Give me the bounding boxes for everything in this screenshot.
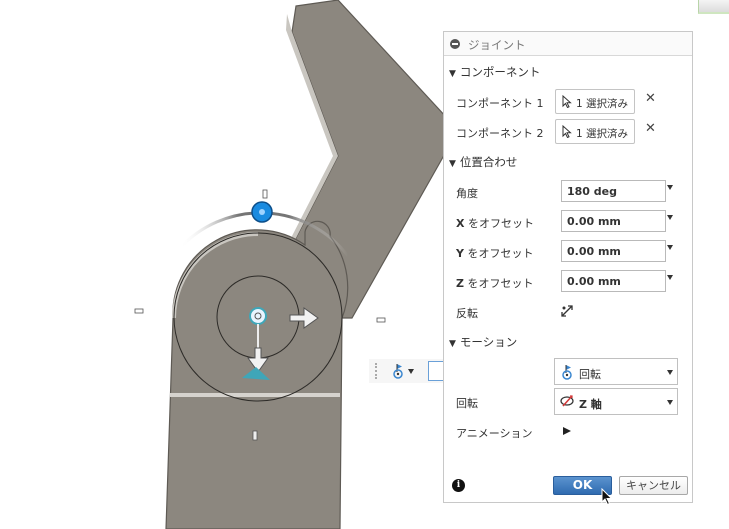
collapse-icon[interactable] (450, 39, 460, 49)
component-1-select-button[interactable]: 1 選択済み (555, 89, 635, 114)
marker-bottom (252, 430, 258, 441)
section-title: コンポーネント (459, 65, 541, 79)
revolute-joint-icon[interactable] (391, 363, 405, 382)
chevron-down-icon[interactable] (667, 275, 673, 280)
clear-component-1-icon[interactable]: ✕ (645, 92, 657, 105)
cursor-arrow-icon (562, 94, 572, 111)
y-offset-value: 0.00 mm (567, 245, 621, 258)
component-2-label: コンポーネント 2 (456, 127, 544, 140)
row-flip: 反転 (444, 296, 692, 326)
z-offset-input[interactable]: 0.00 mm (561, 270, 666, 292)
chevron-down-icon (667, 400, 673, 405)
triangle-down-icon: ▼ (449, 69, 456, 79)
motion-type-value: 回転 (579, 368, 601, 381)
component-2-select-text: 1 選択済み (576, 128, 629, 140)
dialog-titlebar[interactable]: ジョイント (444, 32, 692, 56)
rotation-axis-icon (560, 394, 576, 411)
row-y-offset: Y をオフセット 0.00 mm (444, 236, 692, 266)
angle-input[interactable]: 180 deg (561, 180, 666, 202)
component-1-label: コンポーネント 1 (456, 97, 544, 110)
component-1-select-text: 1 選択済み (576, 98, 629, 110)
y-offset-input[interactable]: 0.00 mm (561, 240, 666, 262)
y-offset-label: Y をオフセット (456, 247, 534, 260)
x-offset-input[interactable]: 0.00 mm (561, 210, 666, 232)
revolute-joint-icon (560, 364, 574, 383)
row-angle: 角度 180 deg (444, 176, 692, 206)
row-x-offset: X をオフセット 0.00 mm (444, 206, 692, 236)
flip-label: 反転 (456, 307, 478, 320)
row-z-offset: Z をオフセット 0.00 mm (444, 266, 692, 296)
mouse-pointer-icon (601, 487, 613, 509)
flip-icon[interactable] (560, 304, 574, 321)
section-motion[interactable]: ▼ モーション (444, 326, 692, 356)
chevron-down-icon (667, 370, 673, 375)
animation-label: アニメーション (456, 427, 533, 440)
rotation-label: 回転 (456, 397, 478, 410)
z-offset-label: Z をオフセット (456, 277, 534, 290)
chevron-down-icon[interactable] (667, 245, 673, 250)
cancel-button[interactable]: キャンセル (619, 476, 688, 495)
rotation-axis-value: Z 軸 (579, 398, 602, 411)
drag-grip[interactable] (375, 363, 377, 379)
marker-right (376, 317, 386, 323)
joint-origin[interactable] (249, 307, 267, 325)
motion-type-dropdown[interactable]: 回転 (554, 358, 678, 385)
x-offset-label: X をオフセット (456, 217, 534, 230)
cursor-arrow-icon (562, 124, 572, 141)
clear-component-2-icon[interactable]: ✕ (645, 122, 657, 135)
angle-label: 角度 (456, 187, 478, 200)
dialog-title: ジョイント (468, 38, 526, 52)
row-motion-type: 回転 (444, 356, 692, 386)
chevron-down-icon[interactable] (667, 215, 673, 220)
section-component[interactable]: ▼ コンポーネント (444, 56, 692, 86)
angle-input-value: 180 deg (567, 185, 617, 198)
section-title: モーション (459, 335, 518, 349)
chevron-down-icon[interactable] (408, 369, 414, 374)
triangle-down-icon: ▼ (449, 159, 456, 169)
triangle-down-icon: ▼ (449, 339, 456, 349)
info-icon[interactable]: i (452, 479, 465, 492)
section-title: 位置合わせ (459, 155, 518, 169)
marker-left (134, 308, 144, 314)
marker-top (262, 189, 268, 199)
row-animation: アニメーション (444, 416, 692, 446)
row-component-2: コンポーネント 2 1 選択済み ✕ (444, 116, 692, 146)
section-alignment[interactable]: ▼ 位置合わせ (444, 146, 692, 176)
z-offset-value: 0.00 mm (567, 275, 621, 288)
component-2-select-button[interactable]: 1 選択済み (555, 119, 635, 144)
x-offset-value: 0.00 mm (567, 215, 621, 228)
joint-dialog: ジョイント ▼ コンポーネント コンポーネント 1 1 選択済み ✕ コンポーネン… (443, 31, 693, 503)
rotation-handle[interactable] (251, 201, 273, 223)
row-component-1: コンポーネント 1 1 選択済み ✕ (444, 86, 692, 116)
play-icon[interactable] (563, 427, 571, 435)
view-cube[interactable] (698, 0, 729, 14)
chevron-down-icon[interactable] (667, 185, 673, 190)
rotation-axis-dropdown[interactable]: Z 軸 (554, 388, 678, 415)
dialog-footer: i OK キャンセル (444, 471, 692, 502)
row-rotation: 回転 Z 軸 (444, 386, 692, 416)
